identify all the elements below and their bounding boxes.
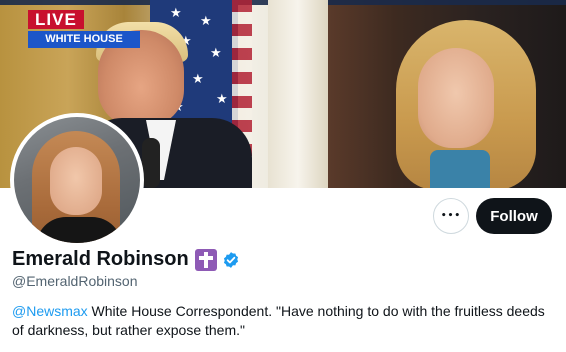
profile-name-row: Emerald Robinson: [12, 248, 240, 271]
profile-bio: @Newsmax White House Correspondent. "Hav…: [12, 302, 552, 340]
verified-badge-icon[interactable]: [222, 251, 240, 269]
microphone: [142, 138, 160, 188]
avatar-top: [36, 217, 122, 243]
bio-mention-link[interactable]: @Newsmax: [12, 303, 88, 319]
profile-handle: @EmeraldRobinson: [12, 273, 138, 289]
follow-button[interactable]: Follow: [476, 198, 552, 234]
more-icon: •••: [440, 210, 462, 221]
reporter-face: [418, 48, 494, 148]
bio-text: White House Correspondent. "Have nothing…: [12, 303, 545, 338]
background-column: [268, 0, 328, 188]
reporter-top: [430, 150, 490, 188]
display-name: Emerald Robinson: [12, 248, 189, 270]
live-chyron: LIVE WHITE HOUSE: [28, 10, 140, 48]
location-label: WHITE HOUSE: [28, 31, 140, 48]
cross-icon: [194, 248, 217, 271]
avatar[interactable]: [10, 113, 144, 247]
avatar-face: [50, 147, 102, 215]
more-options-button[interactable]: •••: [433, 198, 469, 234]
live-label: LIVE: [28, 10, 84, 29]
